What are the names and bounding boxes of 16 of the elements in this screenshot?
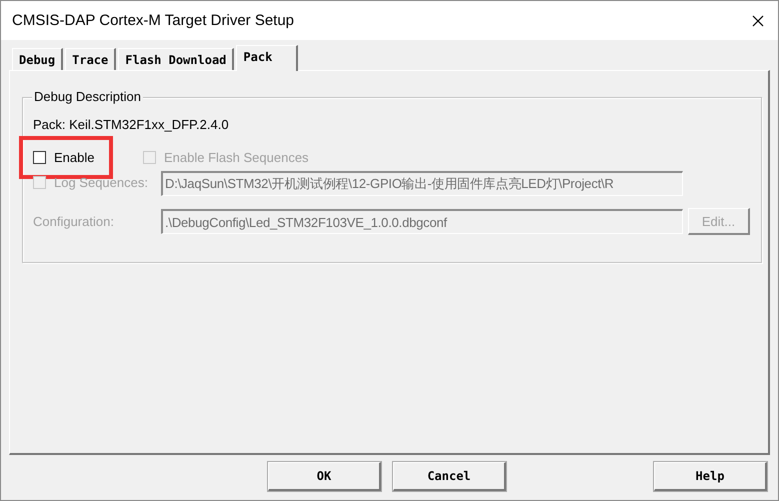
checkbox-label: Enable Flash Sequences xyxy=(164,150,309,164)
tab[interactable]: Pack xyxy=(236,45,298,71)
dialog-button[interactable]: OK xyxy=(268,462,381,491)
group-title: Debug Description xyxy=(32,89,143,104)
dialog-button[interactable]: Cancel xyxy=(393,462,506,491)
tab[interactable]: Trace xyxy=(65,48,116,70)
pack-name: Pack: Keil.STM32F1xx_DFP.2.4.0 xyxy=(33,116,230,133)
dialog-button[interactable]: Help xyxy=(654,462,767,491)
checkbox-label: Enable xyxy=(54,150,94,164)
tab[interactable]: Debug xyxy=(12,48,64,70)
checkbox-label: Log Sequences: xyxy=(54,174,148,190)
checkbox[interactable] xyxy=(33,150,46,164)
field-label: Configuration: xyxy=(33,214,114,229)
close-icon[interactable] xyxy=(752,14,764,26)
window-title: CMSIS-DAP Cortex-M Target Driver Setup xyxy=(12,12,294,29)
tab[interactable]: Flash Download xyxy=(118,48,234,70)
